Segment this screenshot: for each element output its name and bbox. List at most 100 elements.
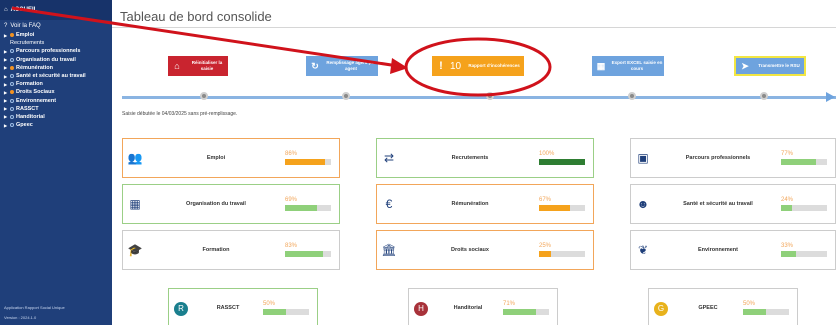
module-card-recrutements[interactable]: ⇄ Recrutements 100% (376, 138, 594, 178)
caret-right-icon: ▶ (4, 122, 8, 128)
sidebar-item-organisation[interactable]: ▶ Organisation du travail (0, 56, 112, 64)
sidebar-item-label: Formation (16, 81, 43, 88)
leaf-icon: ❦ (637, 243, 649, 257)
module-name: Organisation du travail (186, 201, 246, 207)
agent-fill-button[interactable]: ↻ Remplissage agent par agent (306, 56, 378, 76)
sidebar-item-remuneration[interactable]: ▶ Rémunération (0, 64, 112, 72)
sidebar-item-rassct[interactable]: ▶ RASSCT (0, 105, 112, 113)
export-excel-button[interactable]: ▦ Export EXCEL saisie en cours (592, 56, 664, 76)
module-name: Droits sociaux (451, 247, 489, 253)
smiley-icon: ☻ (636, 197, 650, 211)
status-dot-icon (10, 90, 14, 95)
export-excel-label: Export EXCEL saisie en cours (611, 60, 663, 71)
progress-bar (285, 251, 331, 257)
module-progress: 71% (503, 301, 549, 315)
module-percent: 86% (285, 151, 298, 157)
progress-bar (781, 205, 827, 211)
inconsistency-report-button[interactable]: ! 10 Rapport d'incohérences (432, 56, 524, 76)
sidebar-item-emploi[interactable]: ▶ Emploi (0, 31, 112, 39)
sidebar-home[interactable]: ⌂ ACCUEIL (0, 0, 112, 20)
module-percent: 67% (539, 197, 552, 203)
sidebar-item-handitorial[interactable]: ▶ Handitorial (0, 113, 112, 121)
module-progress: 83% (285, 243, 331, 257)
status-dot-icon (10, 98, 14, 103)
caret-right-icon: ▶ (4, 81, 8, 87)
send-rsu-button[interactable]: ➤ Transmettre le RSU (734, 56, 806, 76)
timeline-step (628, 92, 636, 100)
sidebar-item-recrutements[interactable]: Recrutements (0, 39, 112, 47)
reset-button[interactable]: ⌂ Réinitialiser la saisie (168, 56, 228, 76)
sidebar-item-sante[interactable]: ▶ Santé et sécurité au travail (0, 72, 112, 80)
module-card-droits-sociaux[interactable]: 🏛 Droits sociaux 25% (376, 230, 594, 270)
calendar-icon: ▦ (129, 197, 141, 211)
status-dot-icon (10, 114, 14, 119)
module-name: Santé et sécurité au travail (683, 201, 753, 207)
module-percent: 77% (781, 151, 794, 157)
sidebar-item-formation[interactable]: ▶ Formation (0, 80, 112, 88)
module-name: Handitorial (453, 305, 483, 311)
module-card-emploi[interactable]: 👥 Emploi 86% (122, 138, 340, 178)
module-card-formation[interactable]: 🎓 Formation 83% (122, 230, 340, 270)
timeline-step (486, 92, 494, 100)
module-name: RASSCT (216, 305, 240, 311)
page-title: Tableau de bord consolide (120, 9, 272, 24)
caret-right-icon: ▶ (4, 106, 8, 112)
progress-fill (503, 309, 536, 315)
module-name: Parcours professionnels (685, 155, 751, 161)
gpeec-icon: G (649, 300, 673, 316)
progress-fill (781, 159, 817, 165)
module-card-sante[interactable]: ☻ Santé et sécurité au travail 24% (630, 184, 836, 224)
status-dot-icon (10, 123, 14, 128)
table-icon: ▦ (596, 60, 606, 71)
module-percent: 69% (285, 197, 298, 203)
module-percent: 100% (539, 151, 555, 157)
sidebar-item-parcours[interactable]: ▶ Parcours professionnels (0, 47, 112, 55)
progress-bar (285, 159, 331, 165)
module-card-remuneration[interactable]: € Rémunération 67% (376, 184, 594, 224)
module-percent: 25% (539, 243, 552, 249)
agent-fill-button-label: Remplissage agent par agent (326, 60, 376, 71)
sidebar-home-label: ACCUEIL (10, 7, 38, 13)
refresh-icon: ↻ (311, 60, 319, 71)
alert-icon: ! (439, 60, 443, 72)
sidebar-item-label: Droits Sociaux (16, 89, 55, 96)
exchange-arrows-icon: ⇄ (383, 151, 395, 165)
sidebar-item-label: Parcours professionnels (16, 48, 81, 55)
sidebar: ⌂ ACCUEIL ? Voir la FAQ ▶ Emploi Recrutem… (0, 0, 112, 325)
sidebar-item-label: Handitorial (16, 113, 45, 120)
module-name: Formation (202, 247, 230, 253)
sidebar-item-label: Organisation du travail (16, 56, 76, 63)
progress-bar (743, 309, 789, 315)
progress-bar (263, 309, 309, 315)
module-percent: 83% (285, 243, 298, 249)
inconsistency-report-label: Rapport d'incohérences (468, 63, 520, 68)
sidebar-item-environnement[interactable]: ▶ Environnement (0, 97, 112, 105)
caret-right-icon: ▶ (4, 32, 8, 38)
module-name: Environnement (697, 247, 739, 253)
progress-fill (781, 205, 793, 211)
sidebar-item-droits-sociaux[interactable]: ▶ Droits Sociaux (0, 88, 112, 96)
sidebar-faq-label: Voir la FAQ (10, 22, 41, 29)
progress-bar (539, 159, 585, 165)
timeline-arrow-icon (826, 92, 835, 102)
module-card-rassct[interactable]: R RASSCT 50% (168, 288, 318, 325)
sidebar-item-label: Rémunération (16, 64, 53, 71)
module-card-environnement[interactable]: ❦ Environnement 33% (630, 230, 836, 270)
module-card-organisation[interactable]: ▦ Organisation du travail 69% (122, 184, 340, 224)
sidebar-item-gpeec[interactable]: ▶ Gpeec (0, 121, 112, 129)
progress-bar (539, 205, 585, 211)
inconsistency-count: 10 (450, 60, 462, 72)
caret-right-icon: ▶ (4, 57, 8, 63)
module-card-handitorial[interactable]: H Handitorial 71% (408, 288, 558, 325)
module-progress: 50% (263, 301, 309, 315)
module-name: Emploi (206, 155, 226, 161)
caret-right-icon: ▶ (4, 48, 8, 54)
module-progress: 50% (743, 301, 789, 315)
module-card-parcours[interactable]: ▣ Parcours professionnels 77% (630, 138, 836, 178)
caret-right-icon: ▶ (4, 89, 8, 95)
progress-fill (539, 159, 585, 165)
module-card-gpeec[interactable]: G GPEEC 50% (648, 288, 798, 325)
sidebar-item-label: Santé et sécurité au travail (16, 73, 86, 80)
timeline-step (342, 92, 350, 100)
sidebar-faq[interactable]: ? Voir la FAQ (0, 20, 112, 31)
